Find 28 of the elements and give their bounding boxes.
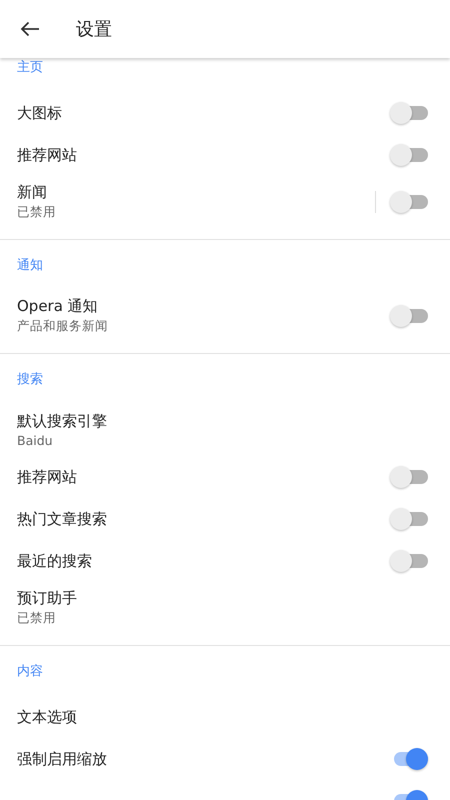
- setting-description: Baidu: [17, 433, 53, 448]
- setting-label[interactable]: Opera 通知: [17, 297, 98, 316]
- section-heading: 主页: [16, 59, 44, 77]
- back-arrow-icon[interactable]: [20, 21, 40, 37]
- page-title: 设置: [76, 18, 112, 41]
- toggle-switch[interactable]: [390, 102, 428, 124]
- toggle-switch[interactable]: [390, 305, 428, 327]
- toggle-switch[interactable]: [390, 144, 428, 166]
- setting-label[interactable]: 文本选项: [17, 708, 77, 726]
- setting-label[interactable]: 默认搜索引擎: [17, 412, 107, 431]
- toggle-switch[interactable]: [390, 550, 428, 572]
- setting-label[interactable]: 热门文章搜索: [17, 510, 107, 528]
- setting-description: 已禁用: [17, 610, 56, 627]
- setting-label[interactable]: 推荐网站: [17, 468, 77, 486]
- toggle-switch[interactable]: [390, 191, 428, 213]
- setting-label[interactable]: 推荐网站: [17, 146, 77, 164]
- setting-label[interactable]: 最近的搜索: [17, 552, 92, 570]
- toggle-switch[interactable]: [390, 508, 428, 530]
- setting-description: 已禁用: [17, 204, 56, 221]
- setting-label[interactable]: 强制启用缩放: [17, 750, 107, 768]
- toggle-switch[interactable]: [390, 466, 428, 488]
- setting-label[interactable]: 大图标: [17, 104, 62, 122]
- setting-label[interactable]: 预订助手: [17, 589, 77, 608]
- section-heading: 通知: [16, 257, 44, 275]
- section-heading: 搜索: [16, 371, 44, 389]
- setting-label[interactable]: 新闻: [17, 183, 47, 202]
- section-heading: 内容: [16, 663, 44, 681]
- setting-description: 产品和服务新闻: [17, 318, 108, 335]
